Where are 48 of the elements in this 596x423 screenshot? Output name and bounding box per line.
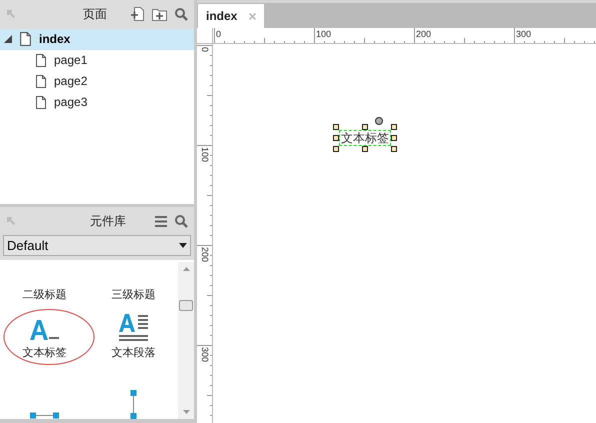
ruler-label: 300 bbox=[516, 29, 532, 39]
page-name: page3 bbox=[54, 94, 88, 112]
vertical-line-icon bbox=[130, 390, 137, 420]
text-paragraph-icon bbox=[118, 312, 148, 341]
widget-name: 文本段落 bbox=[112, 346, 156, 361]
ruler-label: 100 bbox=[316, 29, 332, 39]
page-icon bbox=[20, 32, 31, 46]
page-name: page2 bbox=[54, 73, 88, 90]
add-folder-icon[interactable] bbox=[152, 8, 167, 21]
panel-title: 页面 bbox=[83, 6, 107, 24]
widget-name: 三级标题 bbox=[112, 288, 156, 303]
horizontal-line-icon bbox=[30, 412, 59, 420]
page-tree-item[interactable]: page3 bbox=[0, 92, 194, 113]
page-tree-item[interactable]: page2 bbox=[0, 70, 194, 92]
page-tree-item[interactable]: index bbox=[0, 28, 194, 50]
document-tab[interactable]: index bbox=[198, 4, 264, 28]
search-icon[interactable] bbox=[175, 214, 188, 228]
panel-title: 元件库 bbox=[90, 213, 126, 230]
scroll-up-icon[interactable] bbox=[182, 267, 190, 272]
library-dropdown[interactable]: Default bbox=[3, 235, 191, 256]
search-icon[interactable] bbox=[175, 8, 188, 21]
widget-library-item[interactable]: 文本段落 bbox=[89, 307, 178, 366]
page-tree-item[interactable]: page1 bbox=[0, 50, 194, 71]
resize-handle[interactable] bbox=[362, 146, 368, 152]
resize-handle[interactable] bbox=[362, 124, 368, 130]
ruler-label: 300 bbox=[200, 347, 210, 362]
add-page-icon[interactable] bbox=[131, 7, 144, 22]
ruler-label: 200 bbox=[416, 29, 432, 39]
ruler-label: 100 bbox=[200, 147, 210, 162]
page-icon bbox=[36, 74, 46, 88]
page-icon bbox=[36, 54, 46, 67]
dropdown-caret-icon bbox=[179, 243, 187, 248]
menu-icon[interactable] bbox=[155, 216, 167, 227]
scroll-down-icon[interactable] bbox=[182, 410, 190, 414]
widget-library-item[interactable]: 文本标签 bbox=[0, 307, 89, 366]
ruler-label: 0 bbox=[200, 47, 210, 52]
expand-triangle-icon[interactable] bbox=[4, 35, 12, 44]
ruler-label: 0 bbox=[216, 29, 222, 39]
ruler-label: 200 bbox=[200, 247, 210, 262]
page-icon bbox=[36, 96, 46, 109]
page-name: page1 bbox=[54, 52, 88, 70]
rotate-handle[interactable] bbox=[375, 117, 383, 125]
scrollbar[interactable] bbox=[178, 262, 194, 420]
widget-name: 二级标题 bbox=[22, 288, 66, 303]
widget-name: 文本标签 bbox=[22, 346, 66, 361]
text-label-icon bbox=[30, 318, 60, 341]
page-name: index bbox=[39, 31, 70, 48]
scroll-thumb[interactable] bbox=[179, 300, 193, 312]
